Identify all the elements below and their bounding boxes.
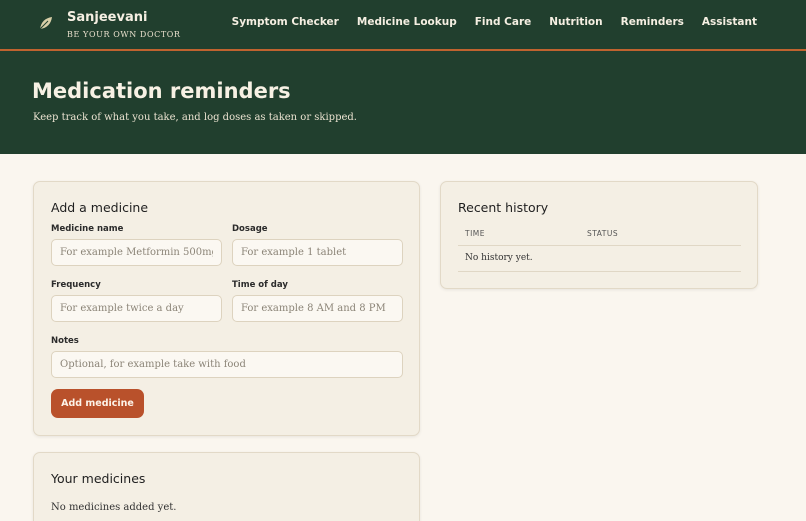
add-medicine-button[interactable]: Add medicine [51, 389, 144, 418]
history-empty-text: No history yet. [465, 253, 533, 263]
frequency-label: Frequency [51, 280, 101, 290]
dosage-label: Dosage [232, 224, 268, 234]
nav-find-care[interactable]: Find Care [475, 16, 532, 28]
time-of-day-label: Time of day [232, 280, 288, 290]
top-navbar: Sanjeevani BE YOUR OWN DOCTOR Symptom Ch… [0, 0, 806, 51]
main-nav: Symptom Checker Medicine Lookup Find Car… [232, 16, 757, 28]
notes-input[interactable] [51, 351, 403, 378]
medicine-name-label: Medicine name [51, 224, 124, 234]
history-row-divider [458, 271, 741, 272]
dosage-input[interactable] [232, 239, 403, 266]
your-medicines-card: Your medicines No medicines added yet. [33, 452, 420, 521]
history-col-time: TIME [465, 229, 486, 238]
medicine-name-input[interactable] [51, 239, 222, 266]
nav-medicine-lookup[interactable]: Medicine Lookup [357, 16, 457, 28]
nav-nutrition[interactable]: Nutrition [549, 16, 602, 28]
add-medicine-title: Add a medicine [51, 200, 149, 215]
brand-tagline: BE YOUR OWN DOCTOR [67, 30, 181, 39]
page-subtitle: Keep track of what you take, and log dos… [33, 112, 357, 123]
your-medicines-title: Your medicines [51, 471, 146, 486]
leaf-icon [39, 17, 52, 30]
history-header-divider [458, 245, 741, 246]
brand[interactable]: Sanjeevani BE YOUR OWN DOCTOR [38, 9, 181, 39]
nav-reminders[interactable]: Reminders [621, 16, 684, 28]
page-hero: Medication reminders Keep track of what … [0, 51, 806, 154]
nav-assistant[interactable]: Assistant [702, 16, 757, 28]
page-title: Medication reminders [32, 79, 291, 103]
recent-history-card: Recent history TIME STATUS No history ye… [440, 181, 758, 289]
nav-symptom-checker[interactable]: Symptom Checker [232, 16, 339, 28]
add-medicine-card: Add a medicine Medicine name Dosage Freq… [33, 181, 420, 436]
time-of-day-input[interactable] [232, 295, 403, 322]
history-col-status: STATUS [587, 229, 619, 238]
medicines-empty-text: No medicines added yet. [51, 502, 177, 513]
brand-name: Sanjeevani [67, 10, 148, 25]
frequency-input[interactable] [51, 295, 222, 322]
recent-history-title: Recent history [458, 200, 549, 215]
notes-label: Notes [51, 336, 79, 346]
